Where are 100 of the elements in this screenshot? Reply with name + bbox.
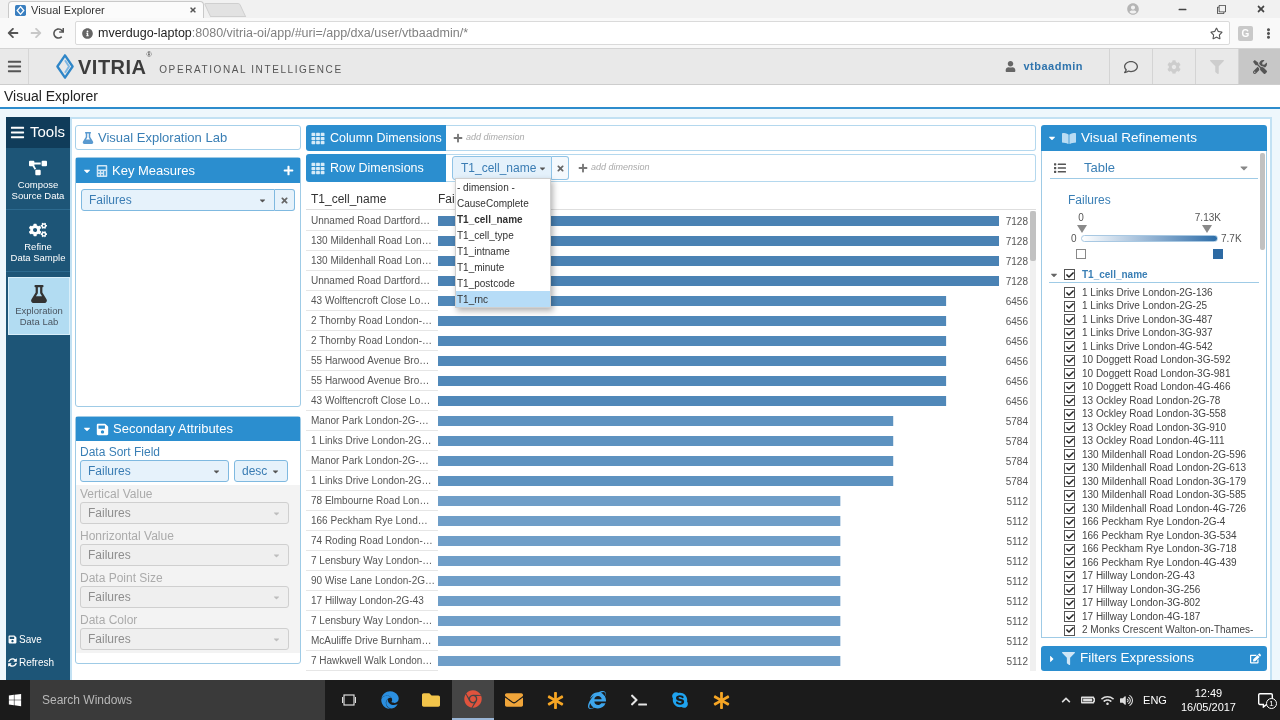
plus-icon[interactable] — [283, 165, 294, 176]
measure-dropdown[interactable]: Failures — [81, 189, 275, 211]
tree-item[interactable]: 166 Peckham Rye London-2G-4 — [1082, 516, 1226, 529]
save-button[interactable]: Save — [8, 632, 70, 647]
tree-item[interactable]: 1 Links Drive London-3G-487 — [1082, 313, 1213, 326]
scrollbar[interactable] — [1030, 211, 1036, 671]
row-label: 2 Thornby Road London-… — [311, 314, 432, 328]
tree-item[interactable]: 10 Doggett Road London-3G-981 — [1082, 367, 1231, 380]
tools-button[interactable] — [1238, 49, 1280, 84]
tree-item[interactable]: 130 Mildenhall Road London-3G-585 — [1082, 489, 1246, 502]
tree-item[interactable]: 1 Links Drive London-2G-136 — [1082, 286, 1213, 299]
checkbox[interactable] — [1064, 570, 1075, 582]
menu-icon — [6, 59, 22, 74]
sidebar-item[interactable]: Exploration Data Lab — [8, 277, 70, 335]
menu-item[interactable]: T1_rnc — [456, 291, 550, 307]
menu-item[interactable]: CauseComplete — [456, 195, 550, 211]
tree-item[interactable]: 13 Ockley Road London-4G-111 — [1082, 435, 1225, 448]
tree-item[interactable]: 17 Hillway London-2G-43 — [1082, 570, 1195, 583]
checkbox[interactable] — [1064, 557, 1075, 569]
tree-item[interactable]: 13 Ockley Road London-3G-910 — [1082, 421, 1226, 434]
menu-item[interactable]: T1_minute — [456, 259, 550, 275]
field-dropdown[interactable]: Failures — [80, 460, 229, 482]
checkbox[interactable] — [1064, 314, 1075, 326]
info-icon[interactable] — [82, 27, 93, 39]
checkbox[interactable] — [1064, 611, 1075, 623]
menu-item[interactable]: T1_cell_type — [456, 227, 550, 243]
checkbox[interactable] — [1064, 408, 1075, 420]
dimension-dropdown[interactable]: T1_cell_name — [452, 156, 552, 180]
checkbox[interactable] — [1064, 624, 1075, 636]
edit-icon[interactable] — [1250, 653, 1261, 664]
checkbox[interactable] — [1064, 584, 1075, 596]
sort-order-dropdown[interactable]: desc — [234, 460, 288, 482]
checkbox[interactable] — [1064, 381, 1075, 393]
menu-item[interactable]: - dimension - — [456, 179, 550, 195]
checkbox[interactable] — [1064, 543, 1075, 555]
handle-label: 7.13K — [1194, 211, 1221, 224]
row-label: Manor Park London-2G-… — [311, 414, 429, 428]
checkbox[interactable] — [1064, 449, 1075, 461]
checkbox[interactable] — [1064, 395, 1075, 407]
checkbox[interactable] — [1064, 327, 1075, 339]
checkbox[interactable] — [1064, 354, 1075, 366]
checkbox[interactable] — [1064, 435, 1075, 447]
tree-item[interactable]: 17 Hillway London-4G-187 — [1082, 610, 1201, 623]
tree-item[interactable]: 166 Peckham Rye London-3G-718 — [1082, 543, 1237, 556]
menu-item[interactable]: T1_cell_name — [456, 211, 550, 227]
checkbox[interactable] — [1064, 503, 1075, 515]
search-field[interactable]: Search Windows — [30, 680, 325, 720]
tree-item[interactable]: 10 Doggett Road London-4G-466 — [1082, 381, 1231, 394]
wifi-icon[interactable] — [1101, 693, 1115, 707]
tree-item[interactable]: 1 Links Drive London-3G-937 — [1082, 327, 1213, 340]
chat-s-icon — [671, 691, 690, 709]
checkbox[interactable] — [1064, 422, 1075, 434]
notification-badge: 1 — [1266, 698, 1277, 709]
user-name[interactable]: vtbaadmin — [1023, 58, 1083, 75]
tree-item[interactable]: 130 Mildenhall Road London-2G-596 — [1082, 448, 1246, 461]
tree-item[interactable]: 166 Peckham Rye London-3G-534 — [1082, 529, 1237, 542]
column-header: T1_cell_name — [310, 190, 388, 208]
tree-item[interactable]: 130 Mildenhall Road London-3G-179 — [1082, 475, 1246, 488]
field-label: Data Color — [80, 611, 139, 628]
star-icon[interactable] — [1210, 26, 1223, 40]
checkbox[interactable] — [1064, 462, 1075, 474]
tree-item[interactable]: 10 Doggett Road London-3G-592 — [1082, 354, 1231, 367]
tree-item[interactable]: 130 Mildenhall Road London-4G-726 — [1082, 502, 1246, 515]
checkbox[interactable] — [1064, 489, 1075, 501]
clock[interactable]: 12:49 16/05/2017 — [1180, 686, 1236, 714]
view-dropdown[interactable]: Table — [1050, 158, 1258, 179]
checkbox[interactable] — [1064, 300, 1075, 312]
checkbox[interactable] — [1064, 269, 1075, 280]
tree-item[interactable]: 166 Peckham Rye London-4G-439 — [1082, 556, 1237, 569]
tree-item[interactable]: 13 Ockley Road London-2G-78 — [1082, 394, 1221, 407]
taskbar-app[interactable] — [452, 680, 494, 720]
slider-handle[interactable] — [1077, 225, 1087, 234]
checkbox[interactable] — [1064, 597, 1075, 609]
refresh-button[interactable]: Refresh — [8, 655, 70, 670]
remove-button[interactable] — [275, 189, 295, 211]
remove-button[interactable] — [552, 156, 569, 180]
checkbox[interactable] — [1064, 476, 1075, 488]
checkbox[interactable] — [1064, 368, 1075, 380]
tree-item[interactable]: 2 Monks Crescent Walton-on-Thames- — [1082, 624, 1254, 637]
checkbox[interactable] — [1064, 530, 1075, 542]
tree-item[interactable]: 17 Hillway London-3G-256 — [1082, 583, 1201, 596]
row-label: 55 Harwood Avenue Bro… — [311, 354, 430, 368]
menu-item[interactable]: T1_intname — [456, 243, 550, 259]
tree-item[interactable]: 17 Hillway London-3G-802 — [1082, 597, 1201, 610]
tree-item[interactable]: 1 Links Drive London-2G-25 — [1082, 300, 1208, 313]
chevron-up-icon[interactable] — [1061, 695, 1072, 705]
checkbox[interactable] — [1064, 287, 1075, 299]
volume-icon[interactable] — [1120, 693, 1134, 707]
browser-tab[interactable]: Visual Explorer — [8, 1, 204, 18]
tree-item[interactable]: 1 Links Drive London-4G-542 — [1082, 340, 1213, 353]
address-bar[interactable]: mverdugo-laptop:8080/vitria-oi/app/#uri=/app/dxa/user/vtbaadmin/* — [75, 21, 1230, 45]
close-icon[interactable] — [189, 6, 197, 14]
checkbox[interactable] — [1064, 341, 1075, 353]
scrollbar[interactable] — [1260, 153, 1265, 250]
tree-item[interactable]: 13 Ockley Road London-3G-558 — [1082, 408, 1226, 421]
menu-item[interactable]: T1_postcode — [456, 275, 550, 291]
language-indicator[interactable]: ENG — [1143, 691, 1167, 709]
checkbox[interactable] — [1064, 516, 1075, 528]
tree-item[interactable]: 130 Mildenhall Road London-2G-613 — [1082, 462, 1246, 475]
menu-icon[interactable] — [10, 125, 25, 140]
